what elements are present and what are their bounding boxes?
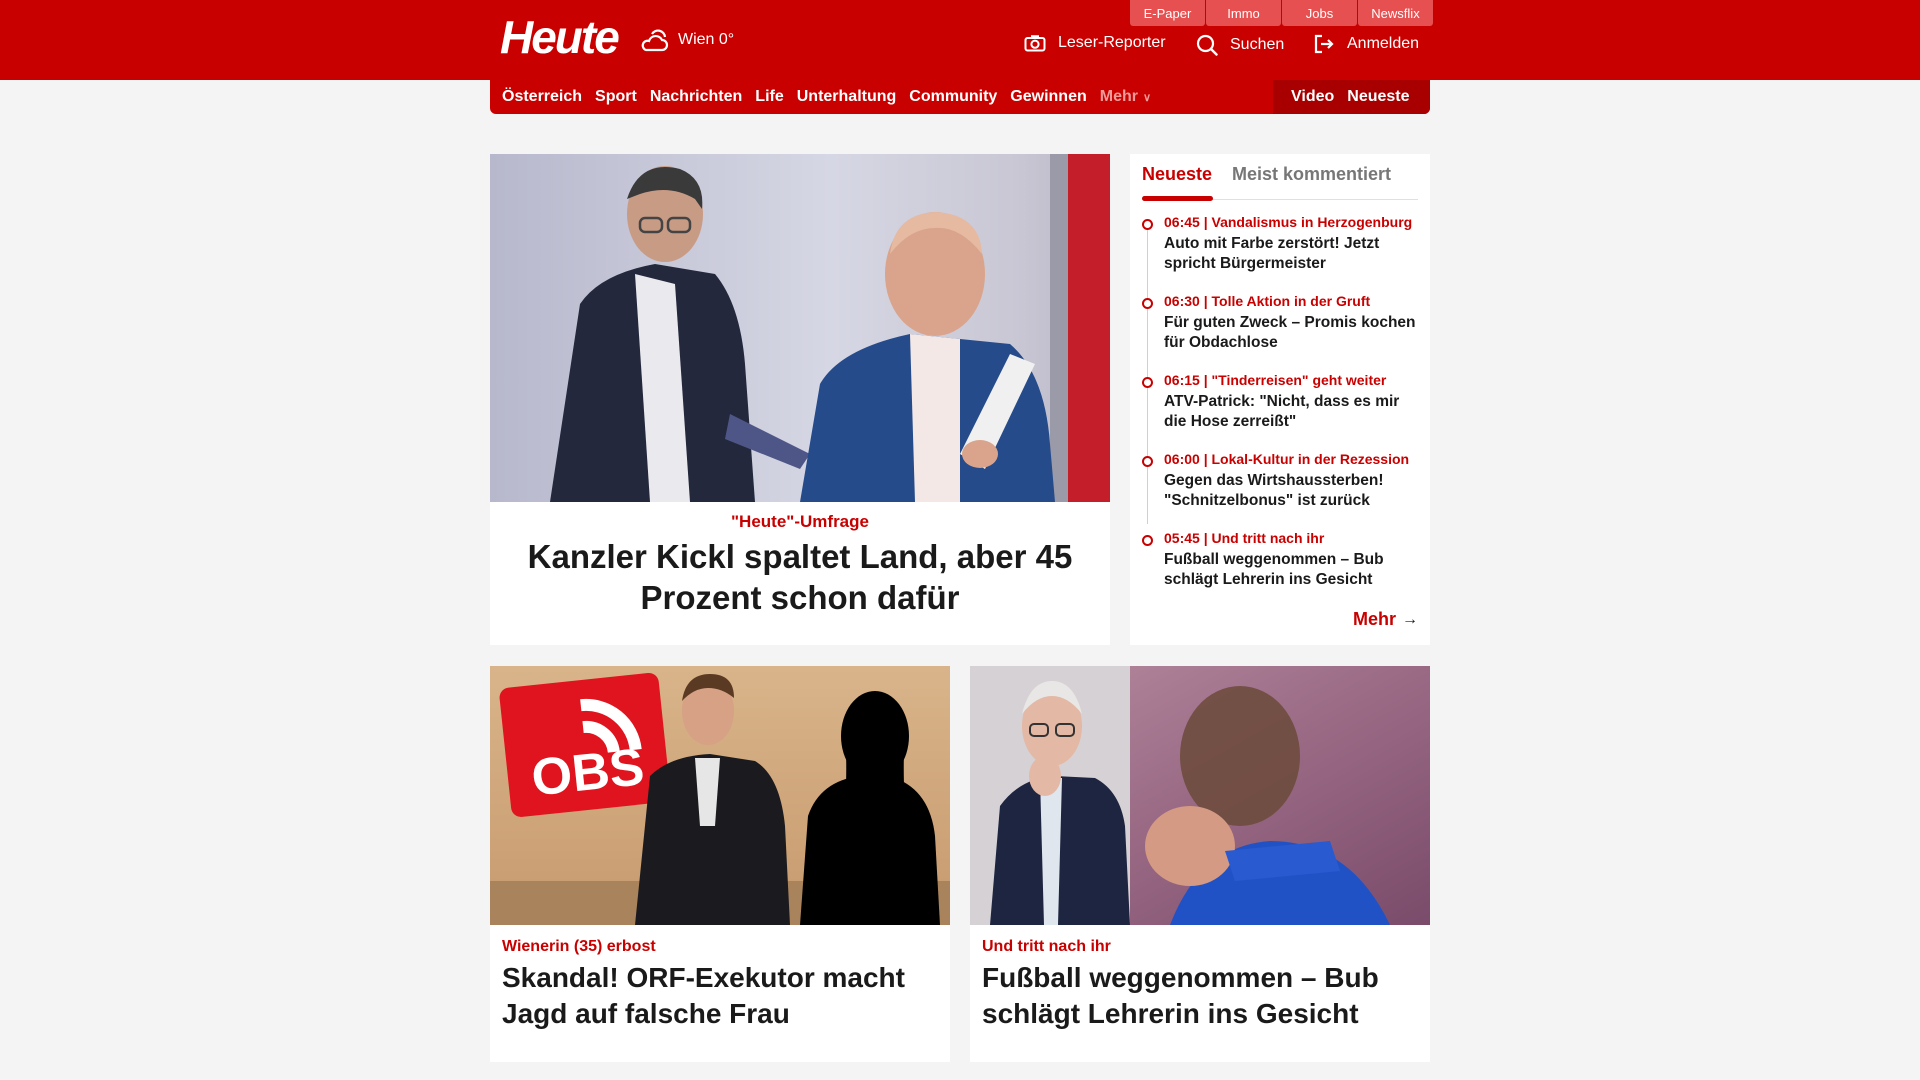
orf-logo-text: OBS bbox=[529, 738, 647, 807]
tab-meist-kommentiert[interactable]: Meist kommentiert bbox=[1232, 164, 1391, 185]
nav-item-oesterreich[interactable]: Österreich bbox=[502, 88, 582, 106]
article-card[interactable]: Und tritt nach ihr Fußball weggenommen –… bbox=[970, 666, 1430, 1062]
site-header: E-Paper Immo Jobs Newsflix Heute Wien 0°… bbox=[0, 0, 1920, 80]
article-image[interactable]: OBS bbox=[490, 666, 950, 925]
login-label: Anmelden bbox=[1347, 35, 1420, 52]
feed-item-title[interactable]: Für guten Zweck – Promis kochen für Obda… bbox=[1164, 313, 1419, 353]
weather-label: Wien 0° bbox=[678, 31, 735, 48]
article-headline[interactable]: Skandal! ORF-Exekutor macht Jagd auf fal… bbox=[502, 960, 942, 1032]
nav-item-nachrichten[interactable]: Nachrichten bbox=[650, 88, 742, 106]
timeline-line bbox=[1147, 224, 1148, 524]
nav-more-dropdown[interactable]: Mehr ∨ bbox=[1100, 88, 1151, 106]
timeline-dot-icon bbox=[1142, 456, 1153, 467]
timeline-dot-icon bbox=[1142, 377, 1153, 388]
active-tab-indicator bbox=[1142, 196, 1213, 201]
feed-item-meta: 05:45 | Und tritt nach ihr bbox=[1164, 530, 1325, 546]
article-headline[interactable]: Fußball weggenommen – Bub schlägt Lehrer… bbox=[982, 960, 1422, 1032]
top-link-epaper[interactable]: E-Paper bbox=[1130, 0, 1205, 26]
article-kicker: Wienerin (35) erbost bbox=[502, 938, 656, 955]
article-kicker: Und tritt nach ihr bbox=[982, 938, 1111, 955]
hero-image[interactable] bbox=[490, 154, 1110, 502]
hero-headline[interactable]: Kanzler Kickl spaltet Land, aber 45 Proz… bbox=[510, 536, 1090, 618]
login-button[interactable]: Anmelden bbox=[1313, 34, 1419, 54]
site-logo[interactable]: Heute bbox=[500, 10, 620, 64]
nav-item-gewinnen[interactable]: Gewinnen bbox=[1010, 88, 1086, 106]
top-links: E-Paper Immo Jobs Newsflix bbox=[1129, 0, 1433, 26]
leser-reporter-label: Leser-Reporter bbox=[1058, 34, 1166, 51]
search-label: Suchen bbox=[1230, 36, 1285, 53]
hero-kicker: "Heute"-Umfrage bbox=[731, 512, 869, 531]
feed-item-title[interactable]: Auto mit Farbe zerstört! Jetzt spricht B… bbox=[1164, 234, 1419, 274]
article-card[interactable]: OBS Wienerin (35) erbost Skandal! ORF-Ex… bbox=[490, 666, 950, 1062]
main-nav: Österreich Sport Nachrichten Life Unterh… bbox=[490, 80, 1430, 114]
timeline-dot-icon bbox=[1142, 219, 1153, 230]
hero-article[interactable]: "Heute"-Umfrage Kanzler Kickl spaltet La… bbox=[490, 154, 1110, 645]
arrow-right-icon: → bbox=[1402, 610, 1418, 628]
nav-item-unterhaltung[interactable]: Unterhaltung bbox=[797, 88, 897, 106]
news-sidebar: Neueste Meist kommentiert 06:45 | Vandal… bbox=[1130, 154, 1430, 645]
top-link-immo[interactable]: Immo bbox=[1206, 0, 1281, 26]
sidebar-tabs: Neueste Meist kommentiert bbox=[1142, 154, 1418, 201]
nav-item-sport[interactable]: Sport bbox=[595, 88, 637, 106]
feed-item-meta: 06:30 | Tolle Aktion in der Gruft bbox=[1164, 293, 1371, 309]
nav-right-group: Video Neueste bbox=[1273, 80, 1430, 114]
nav-item-neueste[interactable]: Neueste bbox=[1347, 88, 1409, 106]
nav-item-video[interactable]: Video bbox=[1291, 88, 1334, 106]
weather-widget[interactable]: Wien 0° bbox=[638, 26, 734, 54]
nav-more-label: Mehr bbox=[1099, 88, 1138, 105]
search-icon bbox=[1196, 34, 1218, 56]
timeline-dot-icon bbox=[1142, 535, 1153, 546]
leser-reporter-button[interactable]: Leser-Reporter bbox=[1024, 34, 1166, 52]
nav-item-community[interactable]: Community bbox=[909, 88, 997, 106]
feed-item-title[interactable]: ATV-Patrick: "Nicht, dass es mir die Hos… bbox=[1164, 392, 1419, 432]
feed-item-meta: 06:15 | "Tinderreisen" geht weiter bbox=[1164, 372, 1387, 388]
feed-item-meta: 06:00 | Lokal-Kultur in der Rezession bbox=[1164, 451, 1410, 467]
chevron-down-icon: ∨ bbox=[1142, 91, 1152, 104]
feed-item-title[interactable]: Gegen das Wirtshaussterben! "Schnitzelbo… bbox=[1164, 471, 1419, 511]
sidebar-more-label: Mehr bbox=[1352, 609, 1396, 629]
camera-icon bbox=[1024, 35, 1046, 52]
sidebar-more-link[interactable]: Mehr → bbox=[1353, 609, 1418, 630]
feed-item-title[interactable]: Fußball weggenommen – Bub schlägt Lehrer… bbox=[1164, 550, 1419, 590]
top-link-newsflix[interactable]: Newsflix bbox=[1358, 0, 1433, 26]
article-image[interactable] bbox=[970, 666, 1430, 925]
tab-neueste[interactable]: Neueste bbox=[1142, 164, 1212, 185]
nav-item-life[interactable]: Life bbox=[755, 88, 783, 106]
timeline-dot-icon bbox=[1142, 298, 1153, 309]
feed-item-meta: 06:45 | Vandalismus in Herzogenburg bbox=[1164, 214, 1413, 230]
login-icon bbox=[1314, 34, 1334, 54]
search-button[interactable]: Suchen bbox=[1196, 34, 1284, 56]
cloud-sun-icon bbox=[641, 29, 669, 52]
top-link-jobs[interactable]: Jobs bbox=[1282, 0, 1357, 26]
